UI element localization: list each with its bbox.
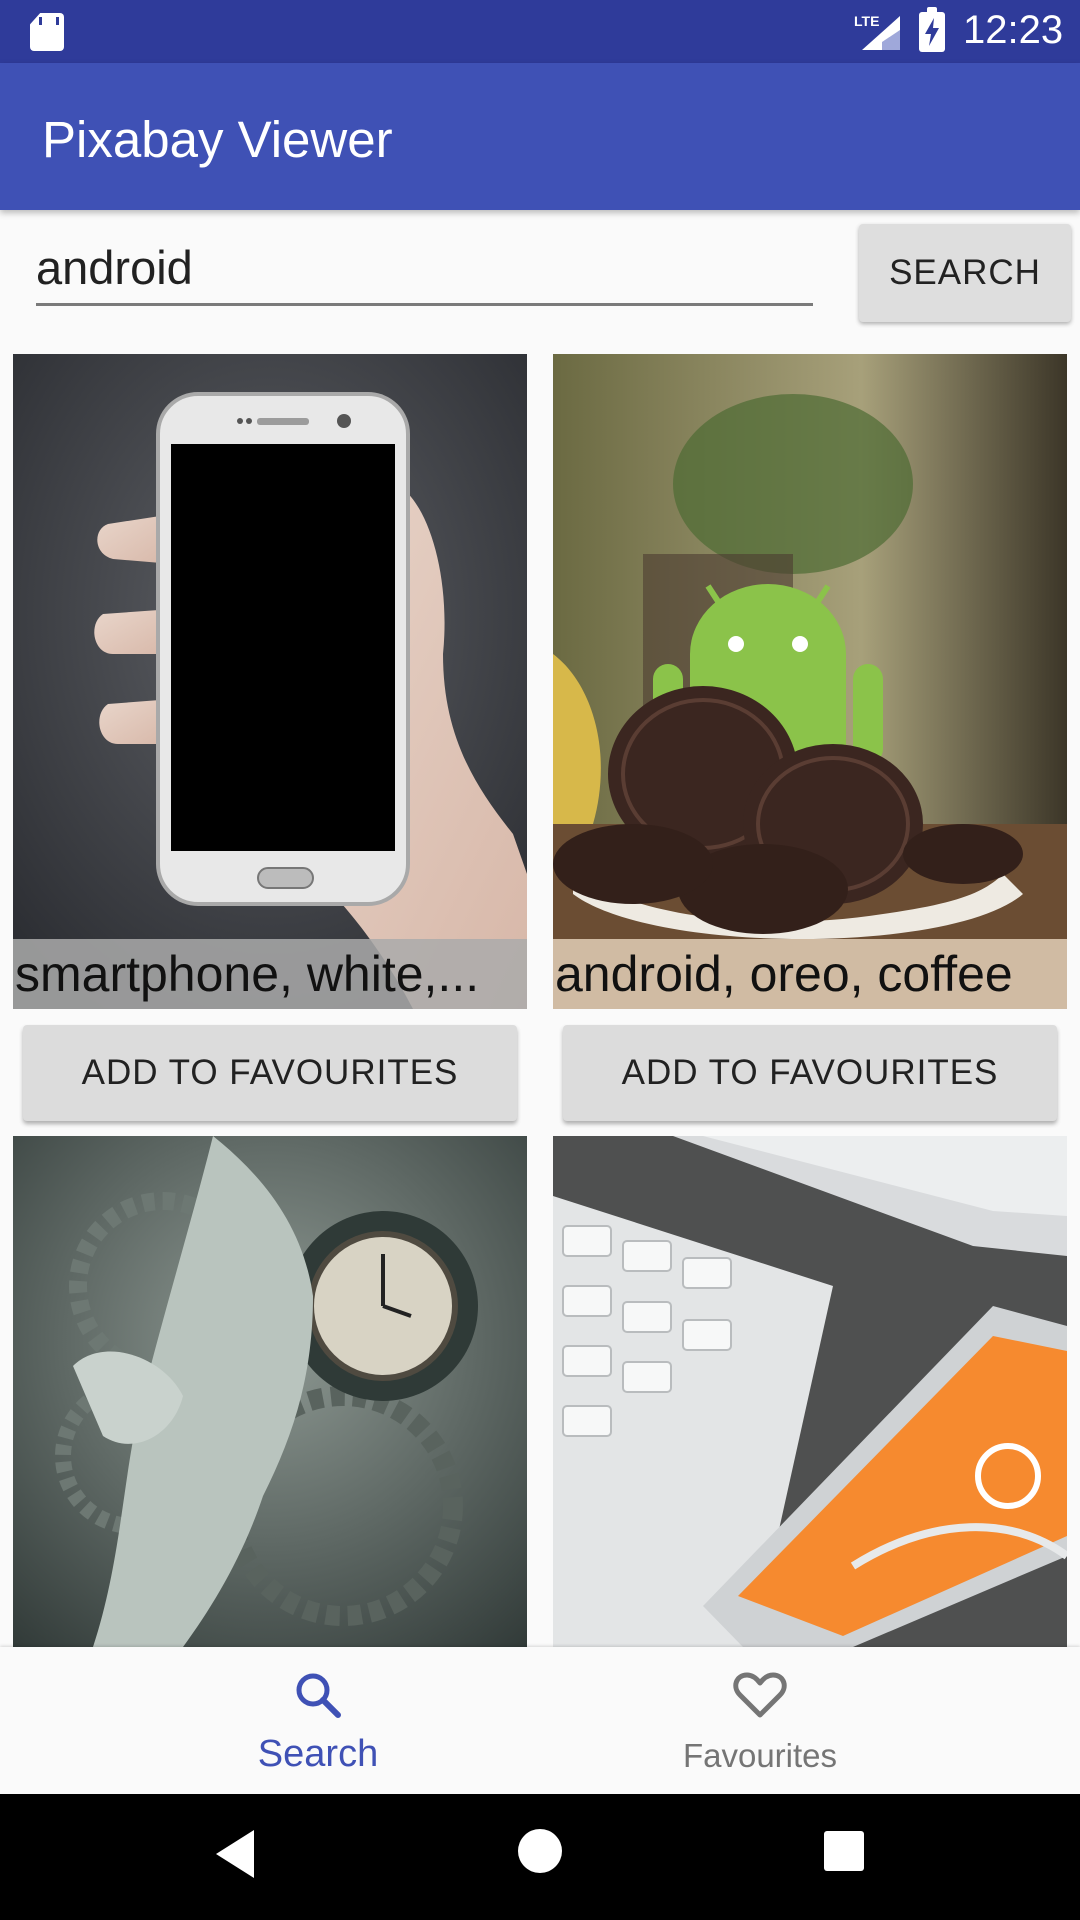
recents-icon[interactable]	[824, 1831, 864, 1871]
search-input[interactable]	[36, 232, 813, 306]
battery-charging-icon	[919, 7, 945, 52]
app-title: Pixabay Viewer	[42, 111, 393, 168]
nav-item-favourites[interactable]: Favourites	[490, 1647, 1030, 1794]
app-bar: Pixabay Viewer	[0, 63, 1080, 210]
result-card[interactable]	[13, 1136, 527, 1647]
sd-card-icon	[30, 13, 64, 51]
lte-signal-icon: LTE	[854, 13, 900, 50]
system-navigation-bar	[0, 1794, 1080, 1920]
result-caption: smartphone, white,...	[13, 939, 527, 1009]
result-card[interactable]	[553, 1136, 1067, 1647]
result-image-keyboard-phone	[553, 1136, 1067, 1647]
result-card[interactable]: android, oreo, coffee	[553, 354, 1067, 1009]
result-card[interactable]: smartphone, white,...	[13, 354, 527, 1009]
home-icon[interactable]	[518, 1829, 562, 1873]
status-time: 12:23	[963, 8, 1064, 52]
nav-label-favourites: Favourites	[682, 1737, 838, 1774]
status-bar: LTE 12:23	[0, 0, 1080, 63]
search-button[interactable]: SEARCH	[859, 224, 1071, 322]
add-to-favourites-button[interactable]: ADD TO FAVOURITES	[23, 1025, 517, 1121]
add-to-favourites-button[interactable]: ADD TO FAVOURITES	[563, 1025, 1057, 1121]
result-caption: android, oreo, coffee	[553, 939, 1067, 1009]
back-icon[interactable]	[216, 1830, 254, 1878]
heart-icon	[733, 1672, 787, 1718]
svg-text:LTE: LTE	[854, 13, 879, 29]
result-image-woman-gears	[13, 1136, 527, 1647]
bottom-navigation: Search Favourites	[0, 1647, 1080, 1794]
search-icon	[296, 1673, 341, 1718]
result-image-smartphone	[13, 354, 527, 1009]
result-image-android-oreo	[553, 354, 1067, 1009]
